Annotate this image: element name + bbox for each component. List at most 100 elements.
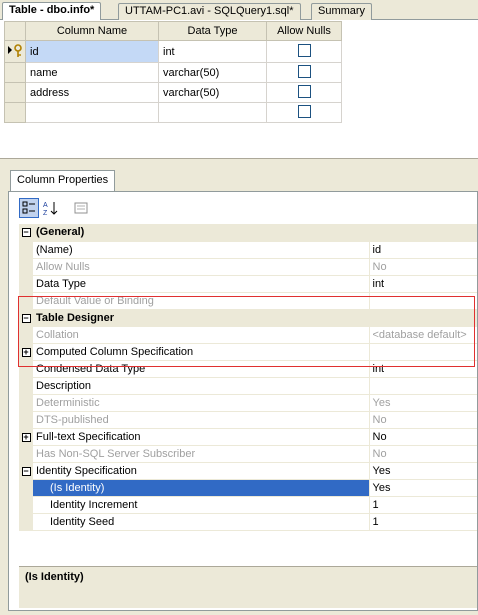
property-row[interactable]: Collation <database default> <box>19 326 477 344</box>
property-name: Identity Seed <box>33 513 370 531</box>
property-row[interactable]: + Computed Column Specification <box>19 343 477 361</box>
alphabetical-button[interactable]: A Z <box>41 198 61 218</box>
allow-nulls-cell <box>266 82 342 103</box>
property-row[interactable]: Identity Seed 1 <box>19 513 477 531</box>
property-row-selected[interactable]: (Is Identity) Yes <box>19 479 477 497</box>
collapse-icon[interactable]: − <box>21 228 31 238</box>
property-value[interactable]: 1 <box>369 496 477 514</box>
grid-header-row: Column Name Data Type Allow Nulls <box>4 21 342 41</box>
property-row[interactable]: + Full-text Specification No <box>19 428 477 446</box>
property-name: Computed Column Specification <box>33 343 370 361</box>
category-row[interactable]: − (General) <box>19 224 477 242</box>
expand-icon[interactable]: + <box>21 347 31 357</box>
tab-sql-query[interactable]: UTTAM-PC1.avi - SQLQuery1.sql* <box>118 3 301 20</box>
property-value <box>369 292 477 310</box>
allow-nulls-checkbox[interactable] <box>297 64 311 78</box>
property-value[interactable]: id <box>369 241 477 259</box>
row-selector[interactable] <box>4 102 26 123</box>
document-tab-strip: Table - dbo.info* UTTAM-PC1.avi - SQLQue… <box>0 0 478 21</box>
tab-column-properties[interactable]: Column Properties <box>10 170 116 192</box>
property-value: <database default> <box>369 326 477 344</box>
allow-nulls-checkbox[interactable] <box>297 84 311 98</box>
property-name: Has Non-SQL Server Subscriber <box>33 445 370 463</box>
property-value[interactable]: int <box>369 360 477 378</box>
property-pages-icon <box>74 202 88 214</box>
data-type-cell[interactable] <box>158 102 267 123</box>
property-value: No <box>369 445 477 463</box>
column-name-header: Column Name <box>25 21 159 41</box>
properties-frame: A Z − (General) (Name) id Allow Nulls No… <box>8 191 478 611</box>
property-name: Collation <box>33 326 370 344</box>
expand-icon[interactable]: + <box>21 432 31 442</box>
property-name: (Name) <box>33 241 370 259</box>
property-row[interactable]: Data Type int <box>19 275 477 293</box>
categorized-icon <box>22 201 35 214</box>
property-row[interactable]: − Identity Specification Yes <box>19 462 477 480</box>
column-name-cell[interactable]: address <box>25 82 159 103</box>
svg-text:Z: Z <box>43 210 48 217</box>
property-name: Deterministic <box>33 394 370 412</box>
property-value[interactable]: Yes <box>369 462 477 480</box>
column-name-cell[interactable]: id <box>25 40 159 63</box>
tab-table-dbo-info[interactable]: Table - dbo.info* <box>2 2 102 21</box>
allow-nulls-header: Allow Nulls <box>266 21 342 41</box>
property-row[interactable]: DTS-published No <box>19 411 477 429</box>
column-name-cell[interactable]: name <box>25 62 159 83</box>
property-row[interactable]: Description <box>19 377 477 395</box>
property-value[interactable] <box>369 377 477 395</box>
column-grid-area: Column Name Data Type Allow Nulls id int… <box>0 20 478 158</box>
column-properties-panel: Column Properties A Z − (General) (Name)… <box>0 164 478 615</box>
allow-nulls-cell <box>266 102 342 123</box>
property-name: Identity Increment <box>33 496 370 514</box>
description-title: (Is Identity) <box>25 571 84 583</box>
property-value[interactable] <box>369 343 477 361</box>
property-row[interactable]: Default Value or Binding <box>19 292 477 310</box>
property-name: Description <box>33 377 370 395</box>
property-name: Allow Nulls <box>33 258 370 276</box>
table-row[interactable] <box>4 102 342 123</box>
property-name: Data Type <box>33 275 370 293</box>
data-type-cell[interactable]: int <box>158 40 267 63</box>
property-value[interactable]: Yes <box>369 479 477 497</box>
property-grid: − (General) (Name) id Allow Nulls No Dat… <box>19 224 477 531</box>
sort-az-icon: A Z <box>43 202 58 217</box>
property-name: Default Value or Binding <box>33 292 370 310</box>
row-selector[interactable] <box>4 82 26 103</box>
tab-summary[interactable]: Summary <box>311 3 373 20</box>
row-selector[interactable] <box>4 40 26 63</box>
category-label: (General) <box>33 224 477 242</box>
property-row[interactable]: Identity Increment 1 <box>19 496 477 514</box>
property-name: DTS-published <box>33 411 370 429</box>
row-selector[interactable] <box>4 62 26 83</box>
allow-nulls-checkbox[interactable] <box>297 43 311 57</box>
allow-nulls-cell <box>266 62 342 83</box>
table-row[interactable]: name varchar(50) <box>4 62 342 83</box>
data-type-cell[interactable]: varchar(50) <box>158 62 267 83</box>
property-row[interactable]: Deterministic Yes <box>19 394 477 412</box>
collapse-icon[interactable]: − <box>21 313 31 323</box>
property-value[interactable]: No <box>369 428 477 446</box>
property-row[interactable]: Has Non-SQL Server Subscriber No <box>19 445 477 463</box>
property-name: (Is Identity) <box>33 479 370 497</box>
table-row[interactable]: address varchar(50) <box>4 82 342 103</box>
property-value: No <box>369 258 477 276</box>
allow-nulls-checkbox[interactable] <box>297 104 311 118</box>
table-row[interactable]: id int <box>4 40 342 63</box>
description-pane: (Is Identity) <box>19 566 477 608</box>
property-row[interactable]: Allow Nulls No <box>19 258 477 276</box>
data-type-cell[interactable]: varchar(50) <box>158 82 267 103</box>
property-name: Full-text Specification <box>33 428 370 446</box>
property-value[interactable]: int <box>369 275 477 293</box>
data-type-header: Data Type <box>158 21 267 41</box>
category-row[interactable]: − Table Designer <box>19 309 477 327</box>
property-row[interactable]: Condensed Data Type int <box>19 360 477 378</box>
property-pages-button[interactable] <box>71 198 91 218</box>
column-name-cell[interactable] <box>25 102 159 123</box>
property-row[interactable]: (Name) id <box>19 241 477 259</box>
categorized-button[interactable] <box>19 198 39 218</box>
property-value[interactable]: 1 <box>369 513 477 531</box>
allow-nulls-cell <box>266 40 342 63</box>
property-value: No <box>369 411 477 429</box>
collapse-icon[interactable]: − <box>21 466 31 476</box>
property-value: Yes <box>369 394 477 412</box>
